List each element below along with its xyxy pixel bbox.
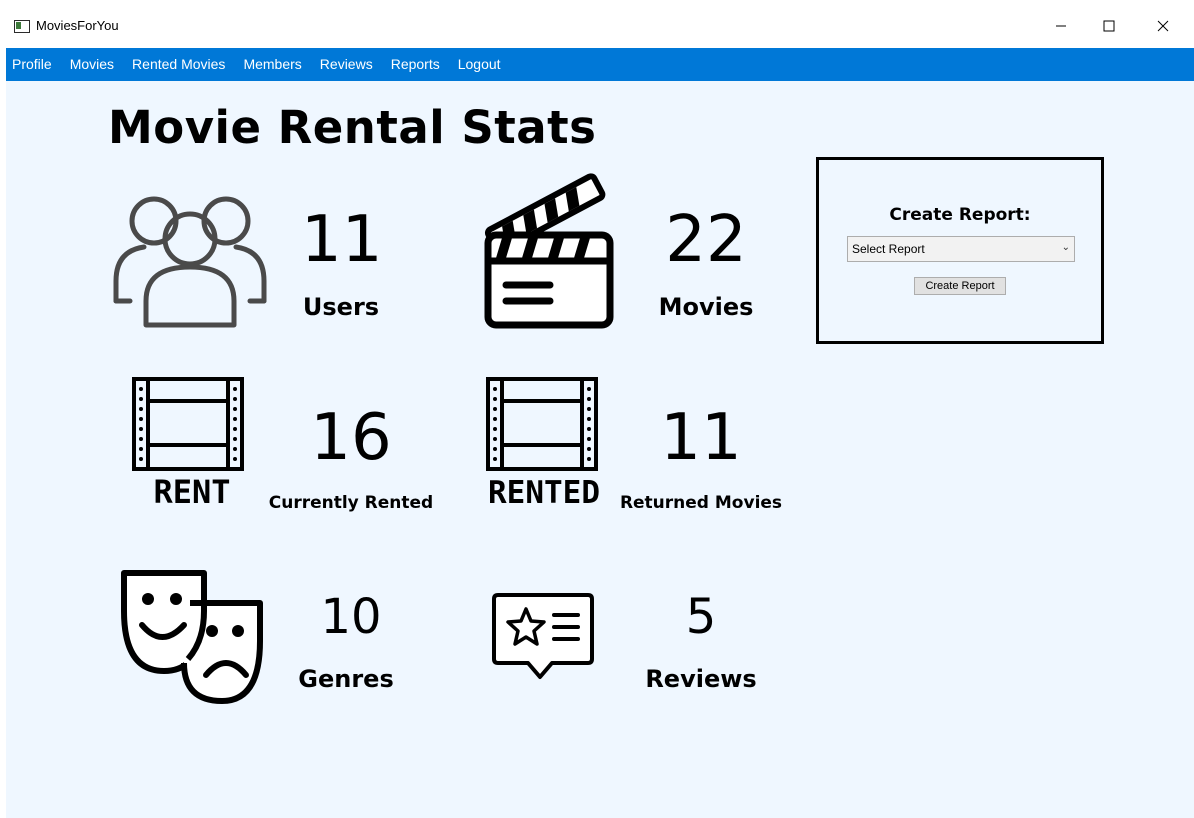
returned-count: 11 — [660, 401, 742, 475]
currently-rented-count: 16 — [310, 401, 392, 475]
genres-count: 10 — [320, 589, 382, 645]
create-report-button[interactable]: Create Report — [914, 277, 1006, 295]
app-window: MoviesForYou Profile Movies Rented Movie… — [6, 4, 1194, 818]
menu-item-profile[interactable]: Profile — [6, 48, 61, 81]
menu-item-members[interactable]: Members — [234, 48, 310, 81]
app-icon — [14, 20, 30, 33]
title-bar: MoviesForYou — [6, 4, 1194, 48]
users-label: Users — [302, 293, 380, 321]
menu-item-logout[interactable]: Logout — [449, 48, 510, 81]
maximize-button[interactable] — [1086, 4, 1132, 48]
currently-rented-label: Currently Rented — [268, 493, 434, 513]
close-button[interactable] — [1140, 4, 1186, 48]
menu-item-movies[interactable]: Movies — [61, 48, 123, 81]
theater-masks-icon — [121, 570, 263, 704]
minimize-icon — [1056, 25, 1066, 27]
reviews-count: 5 — [685, 589, 717, 645]
clapperboard-icon — [484, 173, 614, 329]
menu-bar: Profile Movies Rented Movies Members Rev… — [6, 48, 1194, 81]
create-report-heading: Create Report: — [889, 205, 1031, 225]
film-rent-icon-text: RENT — [153, 473, 230, 511]
report-select-dropdown[interactable]: Select Report ⌄ — [847, 236, 1075, 262]
maximize-icon — [1103, 20, 1115, 32]
users-count: 11 — [301, 203, 383, 277]
film-rented-icon-text: RENTED — [488, 475, 600, 511]
reviews-label: Reviews — [645, 665, 757, 693]
users-icon — [113, 196, 267, 328]
window-title: MoviesForYou — [36, 18, 119, 33]
chevron-down-icon: ⌄ — [1061, 242, 1070, 253]
movies-label: Movies — [658, 293, 754, 321]
returned-label: Returned Movies — [619, 493, 783, 513]
genres-label: Genres — [298, 665, 394, 693]
film-rented-icon: RENTED — [486, 377, 600, 511]
page-title: Movie Rental Stats — [108, 101, 597, 154]
film-rent-icon: RENT — [132, 377, 244, 511]
create-report-panel: Create Report: Select Report ⌄ Create Re… — [816, 157, 1104, 344]
report-select-value: Select Report — [852, 242, 925, 256]
movies-count: 22 — [665, 203, 747, 277]
menu-item-reviews[interactable]: Reviews — [311, 48, 382, 81]
review-star-icon — [492, 593, 594, 679]
main-content: Movie Rental Stats 11 Users 22 Movies RE… — [6, 81, 1194, 818]
menu-item-reports[interactable]: Reports — [382, 48, 449, 81]
close-icon — [1157, 20, 1169, 32]
minimize-button[interactable] — [1038, 4, 1084, 48]
menu-item-rented-movies[interactable]: Rented Movies — [123, 48, 234, 81]
